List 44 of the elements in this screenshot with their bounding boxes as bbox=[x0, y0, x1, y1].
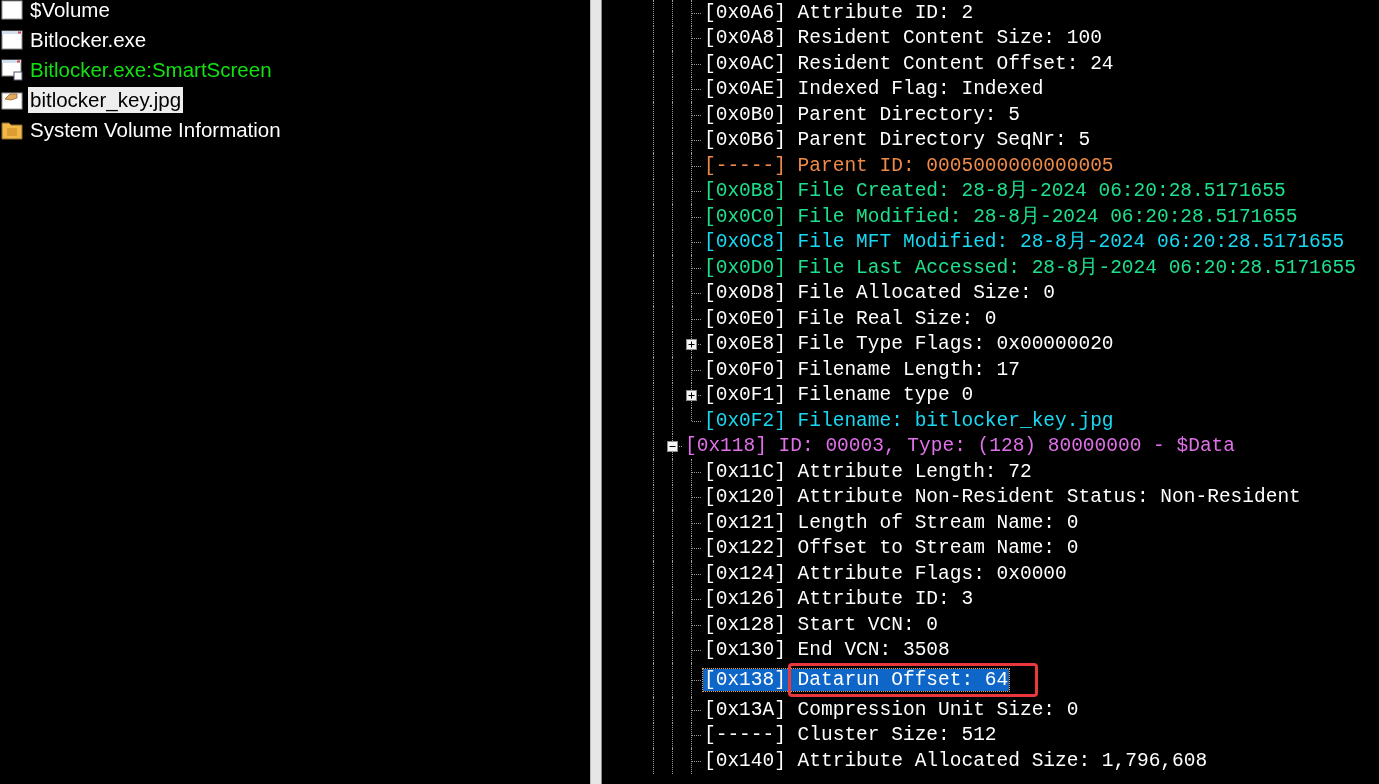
tree-item[interactable]: [0x11C] Attribute Length: 72 bbox=[703, 460, 1033, 483]
image-file-icon bbox=[1, 90, 23, 110]
expand-toggle[interactable] bbox=[667, 440, 678, 452]
tree-item[interactable]: [0x120] Attribute Non-Resident Status: Non-Resident bbox=[703, 486, 1302, 509]
tree-item[interactable]: [0x140] Attribute Allocated Size: 1,796,608 bbox=[703, 749, 1209, 772]
tree-item[interactable]: [0x121] Length of Stream Name: 0 bbox=[703, 511, 1080, 534]
tree-item[interactable]: [0x0E8] File Type Flags: 0x00000020 bbox=[703, 333, 1115, 356]
tree-item[interactable]: [-----] Parent ID: 0005000000000005 bbox=[703, 154, 1115, 177]
tree-item[interactable]: [0x0AC] Resident Content Offset: 24 bbox=[703, 52, 1115, 75]
expand-toggle[interactable] bbox=[686, 338, 697, 350]
expand-toggle[interactable] bbox=[686, 389, 697, 401]
tree-item[interactable]: [0x124] Attribute Flags: 0x0000 bbox=[703, 562, 1068, 585]
tree-item[interactable]: [0x13A] Compression Unit Size: 0 bbox=[703, 698, 1080, 721]
tree-item[interactable]: [-----] Cluster Size: 512 bbox=[703, 724, 998, 747]
tree-item[interactable]: [0x0B0] Parent Directory: 5 bbox=[703, 103, 1021, 126]
tree-item[interactable]: [0x118] ID: 00003, Type: (128) 80000000 - $Data bbox=[684, 435, 1236, 458]
tree-item[interactable]: [0x0F0] Filename Length: 17 bbox=[703, 358, 1021, 381]
tree-item[interactable]: [0x0F1] Filename type 0 bbox=[703, 384, 975, 407]
file-name[interactable]: $Volume bbox=[28, 0, 112, 23]
document-icon bbox=[1, 0, 23, 20]
tree-item[interactable]: [0x122] Offset to Stream Name: 0 bbox=[703, 537, 1080, 560]
tree-item[interactable]: [0x0E0] File Real Size: 0 bbox=[703, 307, 998, 330]
tree-item[interactable]: [0x0AE] Indexed Flag: Indexed bbox=[703, 78, 1045, 101]
pane-splitter[interactable] bbox=[590, 0, 602, 784]
tree-item[interactable]: [0x0C8] File MFT Modified: 28-8月-2024 06:20:28.5171655 bbox=[703, 231, 1346, 254]
tree-item[interactable]: [0x0B8] File Created: 28-8月-2024 06:20:28.5171655 bbox=[703, 180, 1287, 203]
window-icon bbox=[1, 59, 23, 81]
window-icon bbox=[1, 30, 23, 50]
tree-item[interactable]: [0x0F2] Filename: bitlocker_key.jpg bbox=[703, 409, 1115, 432]
tree-item[interactable]: [0x0C0] File Modified: 28-8月-2024 06:20:28.5171655 bbox=[703, 205, 1299, 228]
tree-item[interactable]: [0x0D0] File Last Accessed: 28-8月-2024 06:20:28.5171655 bbox=[703, 256, 1357, 279]
tree-item[interactable]: [0x138] Datarun Offset: 64 bbox=[703, 669, 1010, 691]
tree-item[interactable]: [0x126] Attribute ID: 3 bbox=[703, 588, 975, 611]
tree-item[interactable]: [0x0B6] Parent Directory SeqNr: 5 bbox=[703, 129, 1092, 152]
folder-icon bbox=[1, 120, 23, 140]
file-name[interactable]: Bitlocker.exe:SmartScreen bbox=[28, 57, 274, 83]
tree-item[interactable]: [0x0A6] Attribute ID: 2 bbox=[703, 1, 975, 24]
tree-item[interactable]: [0x130] End VCN: 3508 bbox=[703, 639, 951, 662]
tree-item[interactable]: [0x0D8] File Allocated Size: 0 bbox=[703, 282, 1057, 305]
tree-item[interactable]: [0x0A8] Resident Content Size: 100 bbox=[703, 27, 1103, 50]
tree-item[interactable]: [0x128] Start VCN: 0 bbox=[703, 613, 940, 636]
file-name[interactable]: System Volume Information bbox=[28, 117, 283, 143]
file-name[interactable]: bitlocker_key.jpg bbox=[28, 87, 184, 113]
file-name[interactable]: Bitlocker.exe bbox=[28, 27, 149, 53]
